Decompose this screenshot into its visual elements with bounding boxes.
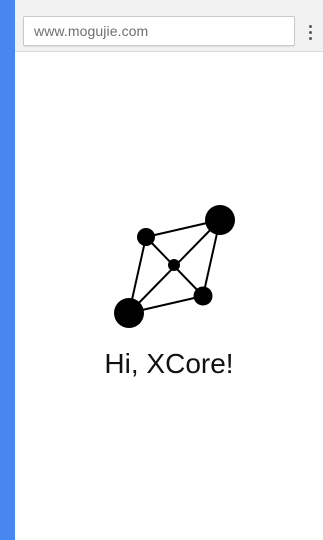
logo-node <box>168 259 180 271</box>
logo-node <box>193 286 213 306</box>
logo-node <box>114 298 144 328</box>
menu-dot <box>308 24 312 28</box>
menu-dot <box>308 30 312 34</box>
more-vert-icon[interactable] <box>303 22 317 42</box>
menu-dot <box>308 36 312 40</box>
browser-window: www.mogujie.com Hi, XCore! <box>15 0 323 540</box>
logo-node <box>205 205 235 235</box>
logo-node <box>137 228 155 246</box>
address-bar-url: www.mogujie.com <box>34 23 149 39</box>
greeting-text: Hi, XCore! <box>104 348 234 379</box>
logo-nodes <box>114 205 235 328</box>
network-graph-logo <box>114 205 235 328</box>
address-bar[interactable]: www.mogujie.com <box>23 16 295 46</box>
browser-toolbar: www.mogujie.com <box>15 0 323 52</box>
